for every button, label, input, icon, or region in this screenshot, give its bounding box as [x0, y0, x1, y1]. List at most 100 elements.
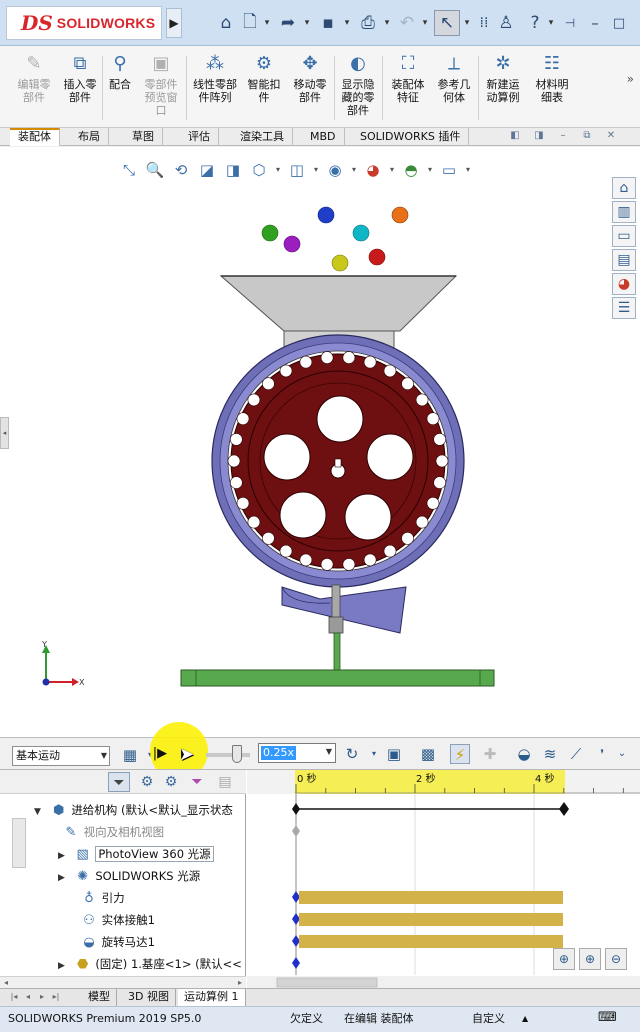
motion-timeline[interactable]: 0 秒 2 秒 4 秒 ⊕ ⊕ ⊖ — [247, 770, 640, 989]
units-status[interactable]: 自定义 — [472, 1011, 505, 1027]
tab-solidworks-addins[interactable]: SOLIDWORKS 插件 — [352, 128, 470, 146]
play-from-start-icon[interactable]: |▶ — [150, 744, 170, 764]
assembly-features-button[interactable]: ⛶ 装配体 特征 — [384, 50, 432, 126]
solidworks-logo[interactable]: DS SOLIDWORKS — [6, 6, 162, 40]
zoom-out-icon[interactable]: ⊖ — [605, 948, 627, 970]
tab-assembly[interactable]: 装配体 — [10, 128, 60, 146]
dynamic-annotation-icon[interactable]: ◨ — [222, 159, 244, 181]
apply-scene-icon[interactable]: ◓ — [400, 159, 422, 181]
new-motion-study-button[interactable]: ✲ 新建运 动算例 — [480, 50, 526, 126]
edit-mode-status[interactable]: 在编辑 装配体 — [344, 1011, 414, 1027]
component-preview-button[interactable]: ▣ 零部件 预览窗 口 — [138, 50, 184, 126]
hide-show-dropdown-icon[interactable]: ▾ — [350, 159, 358, 181]
tab-render-tools[interactable]: 渲染工具 — [232, 128, 293, 146]
help-icon[interactable]: ? — [526, 10, 544, 36]
new-document-icon[interactable]: 🗋 — [240, 10, 260, 36]
doc-minimize-icon[interactable]: – — [556, 130, 570, 142]
view-palette-icon[interactable]: ▤ — [612, 249, 636, 271]
filter-selected-icon[interactable]: ⏷ — [186, 772, 208, 792]
select-icon[interactable]: ↖ — [434, 10, 460, 36]
tree-node-rotary-motor[interactable]: ◒ 旋转马达1 — [80, 932, 155, 952]
graphics-area[interactable]: Y X ⤡ 🔍 ⟲ ◪ ◨ ⬡ ▾ ◫ ▾ ◉ ▾ ◕ ▾ ◓ ▾ ▭ ▾ ⌂ … — [0, 147, 640, 737]
move-component-button[interactable]: ✥ 移动零 部件 — [288, 50, 332, 126]
linear-pattern-button[interactable]: ⁂ 线性零部 件阵列 — [188, 50, 242, 126]
zoom-fit-icon[interactable]: ⊕ — [553, 948, 575, 970]
open-icon[interactable]: ➦ — [276, 10, 300, 36]
insert-components-button[interactable]: ⧉ 插入零 部件 — [58, 50, 102, 126]
tab-sketch[interactable]: 草图 — [124, 128, 163, 146]
tree-node-camera-views[interactable]: ✎ 视向及相机视图 — [62, 822, 165, 842]
new-dropdown-icon[interactable]: ▾ — [262, 10, 272, 36]
hide-show-items-icon[interactable]: ◉ — [324, 159, 346, 181]
doc-close-icon[interactable]: ✕ — [604, 130, 618, 142]
appearance-dropdown-icon[interactable]: ▾ — [388, 159, 396, 181]
filter-animated-icon[interactable]: ⚙ — [136, 772, 158, 792]
tile-right-icon[interactable]: ◨ — [532, 130, 546, 142]
tab-mbd[interactable]: MBD — [302, 128, 345, 146]
reference-geometry-button[interactable]: ⟂ 参考几 何体 — [432, 50, 476, 126]
display-style-icon[interactable]: ◫ — [286, 159, 308, 181]
tree-node-base-part[interactable]: ▶ ⬣ (固定) 1.基座<1> (默认<< — [58, 954, 242, 974]
save-icon[interactable]: ▪ — [316, 10, 340, 36]
tree-node-gravity[interactable]: ♁ 引力 — [80, 888, 124, 908]
undo-icon[interactable]: ↶ — [396, 10, 418, 36]
custom-properties-icon[interactable]: ☰ — [612, 297, 636, 319]
tab-layout[interactable]: 布局 — [70, 128, 109, 146]
view-orientation-dropdown-icon[interactable]: ▾ — [274, 159, 282, 181]
feature-manager-collapse-handle[interactable]: ◂ — [0, 417, 9, 449]
home-icon[interactable]: ⌂ — [214, 10, 238, 36]
edit-component-button[interactable]: ✎ 编辑零 部件 — [10, 50, 58, 126]
save-dropdown-icon[interactable]: ▾ — [342, 10, 352, 36]
user-icon[interactable]: ♙ — [496, 10, 516, 36]
doc-restore-icon[interactable]: ⧉ — [580, 130, 594, 142]
zoom-to-fit-icon[interactable]: ⤡ — [118, 159, 140, 181]
filter-driving-icon[interactable]: ⚙ — [160, 772, 182, 792]
expand-icon[interactable]: ▶ — [58, 846, 70, 866]
last-tab-icon[interactable]: ▸| — [50, 991, 62, 1003]
rebuild-icon[interactable]: ⁞⁞ — [474, 10, 494, 36]
tooltip-icon[interactable]: ⌨ — [598, 1010, 617, 1026]
zoom-in-icon[interactable]: ⊕ — [579, 948, 601, 970]
minimize-icon[interactable]: – — [586, 10, 604, 36]
study-type-select[interactable]: 基本运动 ▼ — [12, 746, 110, 766]
filter-icon[interactable]: ⏷ — [108, 772, 130, 792]
tab-motion-study-1[interactable]: 运动算例 1 — [178, 989, 246, 1006]
previous-view-icon[interactable]: ⟲ — [170, 159, 192, 181]
scroll-left-icon[interactable]: ◂ — [4, 978, 8, 987]
open-dropdown-icon[interactable]: ▾ — [302, 10, 312, 36]
view-settings-icon[interactable]: ▭ — [438, 159, 460, 181]
first-tab-icon[interactable]: |◂ — [8, 991, 20, 1003]
mate-button[interactable]: ⚲ 配合 — [104, 50, 136, 126]
prev-tab-icon[interactable]: ◂ — [22, 991, 34, 1003]
tile-left-icon[interactable]: ◧ — [508, 130, 522, 142]
expand-icon[interactable]: ▶ — [58, 956, 70, 976]
tab-model[interactable]: 模型 — [82, 989, 117, 1006]
next-tab-icon[interactable]: ▸ — [36, 991, 48, 1003]
menu-expand-button[interactable]: ▶ — [166, 8, 182, 38]
scene-dropdown-icon[interactable]: ▾ — [426, 159, 434, 181]
expand-icon[interactable]: ▶ — [58, 868, 70, 888]
collapse-icon[interactable]: ▼ — [34, 802, 46, 822]
tree-node-root-assembly[interactable]: ▼ ⬢ 进给机构 (默认<默认_显示状态 — [34, 800, 233, 820]
print-icon[interactable]: ⎙ — [356, 10, 380, 36]
solidworks-resources-icon[interactable]: ⌂ — [612, 177, 636, 199]
view-settings-dropdown-icon[interactable]: ▾ — [464, 159, 472, 181]
filter-results-icon[interactable]: ▤ — [214, 772, 236, 792]
section-view-icon[interactable]: ◪ — [196, 159, 218, 181]
edit-appearance-icon[interactable]: ◕ — [362, 159, 384, 181]
ribbon-overflow-icon[interactable]: » — [627, 72, 634, 86]
select-dropdown-icon[interactable]: ▾ — [462, 10, 472, 36]
pin-icon[interactable]: ⊣ — [562, 10, 578, 36]
file-explorer-icon[interactable]: ▭ — [612, 225, 636, 247]
smart-fasteners-button[interactable]: ⚙ 智能扣 件 — [244, 50, 284, 126]
undo-dropdown-icon[interactable]: ▾ — [420, 10, 430, 36]
view-orientation-icon[interactable]: ⬡ — [248, 159, 270, 181]
show-hidden-components-button[interactable]: ◐ 显示隐 藏的零 部件 — [336, 50, 380, 126]
maximize-icon[interactable]: □ — [610, 10, 628, 36]
scroll-right-icon[interactable]: ▸ — [238, 978, 242, 987]
bill-of-materials-button[interactable]: ☷ 材料明 细表 — [530, 50, 574, 126]
tree-node-photoview-lights[interactable]: ▶ ▧ PhotoView 360 光源 — [58, 844, 214, 864]
tree-scrollbar[interactable] — [12, 818, 26, 868]
display-style-dropdown-icon[interactable]: ▾ — [312, 159, 320, 181]
tab-3d-views[interactable]: 3D 视图 — [122, 989, 176, 1006]
